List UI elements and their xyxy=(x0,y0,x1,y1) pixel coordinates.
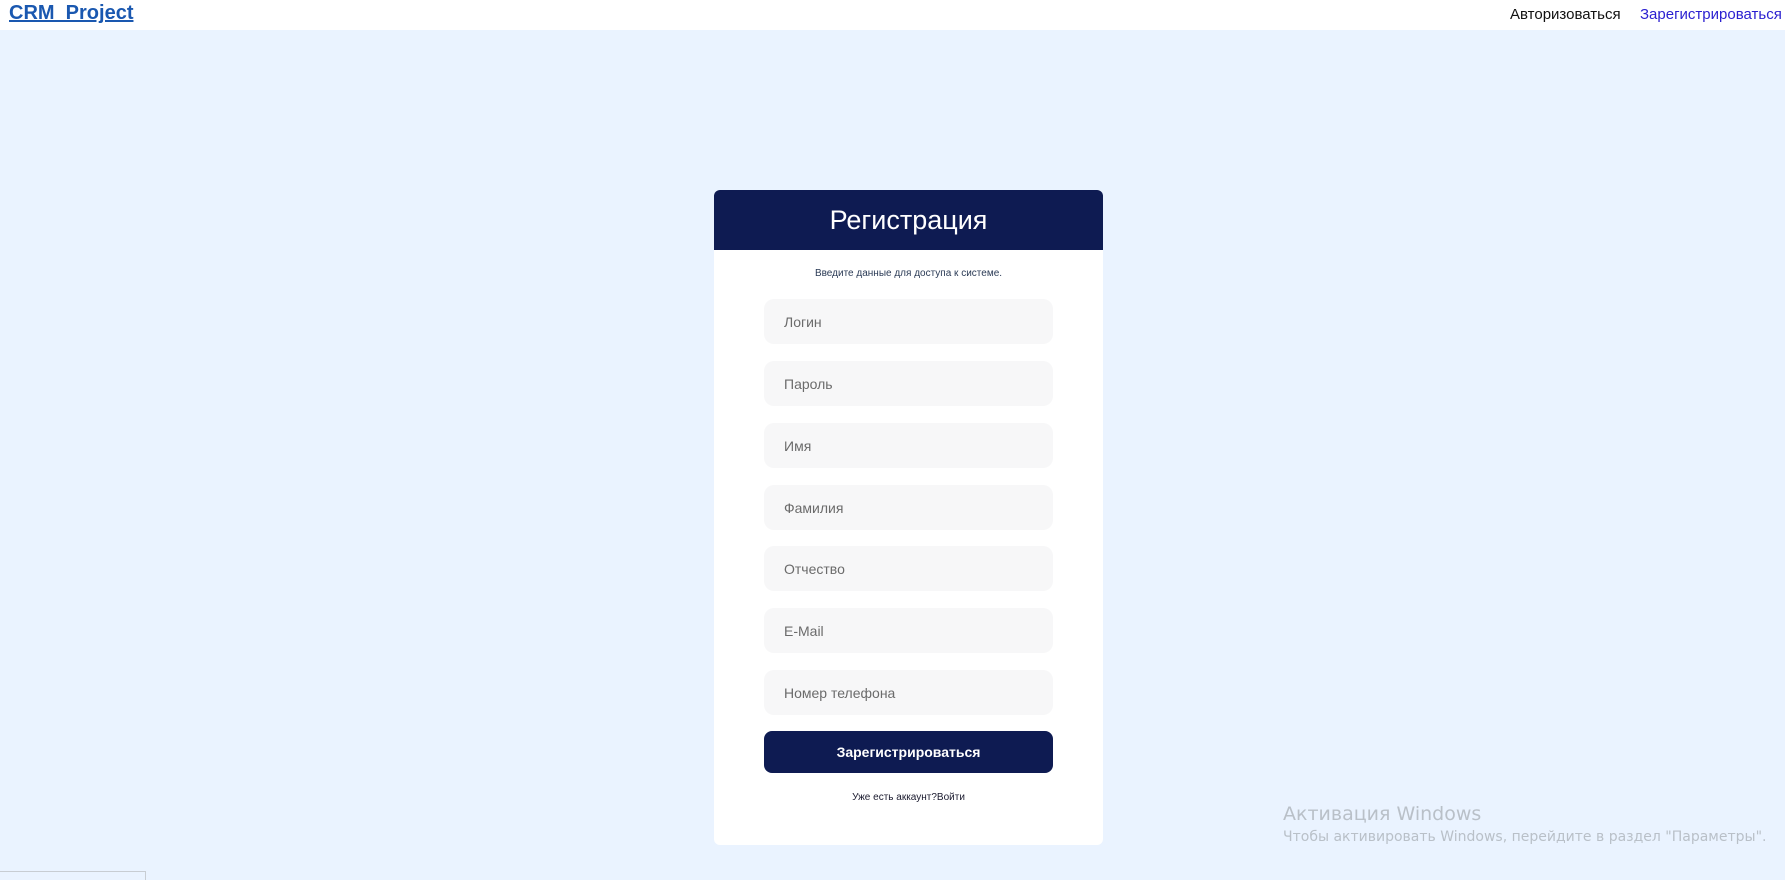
login-link[interactable]: Войти xyxy=(937,792,965,803)
card-header: Регистрация xyxy=(714,190,1103,250)
watermark-subtitle: Чтобы активировать Windows, перейдите в … xyxy=(1283,829,1767,845)
patronymic-input[interactable] xyxy=(764,546,1053,591)
account-prompt-text: Уже есть аккаунт? xyxy=(852,792,937,803)
email-input[interactable] xyxy=(764,608,1053,653)
brand-link[interactable]: CRM_Project xyxy=(9,2,133,25)
nav-register-link[interactable]: Зарегистрироваться xyxy=(1640,6,1782,23)
first-name-input[interactable] xyxy=(764,423,1053,468)
top-navbar: CRM_Project Авторизоваться Зарегистриров… xyxy=(0,0,1785,30)
watermark-title: Активация Windows xyxy=(1283,803,1482,825)
windows-activation-watermark: Активация Windows Чтобы активировать Win… xyxy=(1283,803,1766,845)
account-prompt-line: Уже есть аккаунт?Войти xyxy=(714,792,1103,803)
password-input[interactable] xyxy=(764,361,1053,406)
phone-input[interactable] xyxy=(764,670,1053,715)
form-hint: Введите данные для доступа к системе. xyxy=(814,268,1003,279)
form-title: Регистрация xyxy=(829,204,988,235)
last-name-input[interactable] xyxy=(764,485,1053,530)
nav-login-link[interactable]: Авторизоваться xyxy=(1510,6,1621,23)
register-submit-button[interactable]: Зарегистрироваться xyxy=(764,731,1053,773)
registration-card: Регистрация Введите данные для доступа к… xyxy=(714,190,1103,845)
login-input[interactable] xyxy=(764,299,1053,344)
